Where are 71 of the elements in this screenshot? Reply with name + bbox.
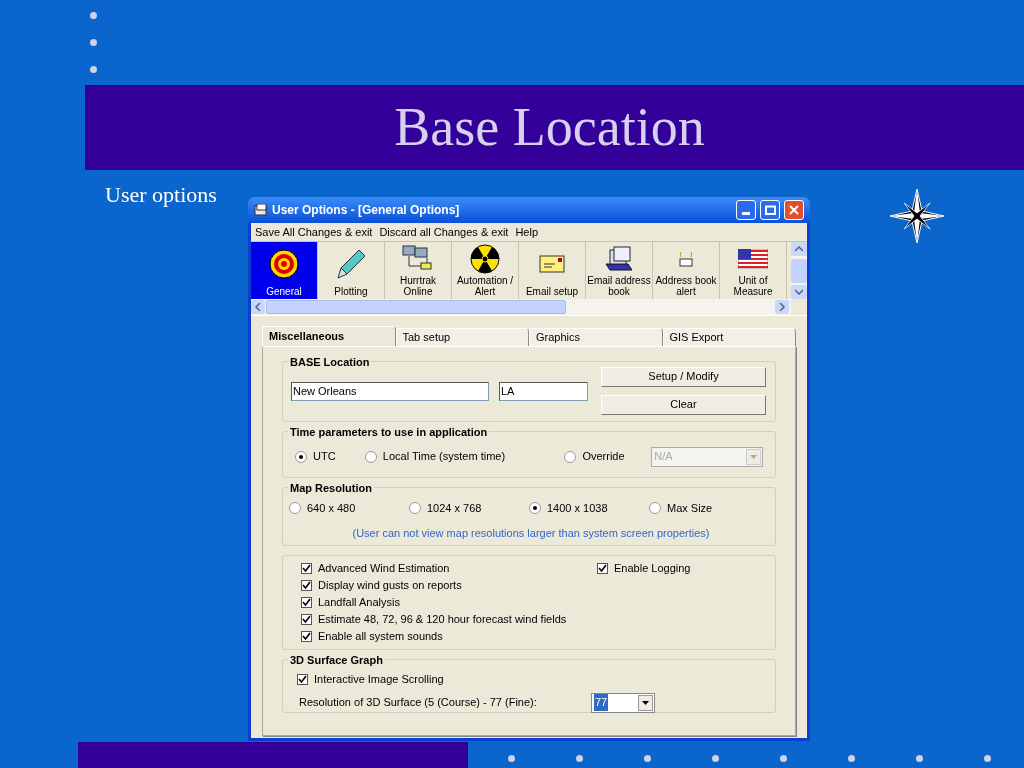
radio-label: UTC <box>313 449 336 465</box>
radio-button[interactable] <box>529 502 541 515</box>
tab[interactable]: GIS Export <box>662 328 796 346</box>
maximize-button[interactable] <box>760 200 780 220</box>
radio-button[interactable] <box>364 450 377 463</box>
envelope-icon <box>539 254 565 274</box>
horizontal-scrollbar[interactable] <box>251 299 791 315</box>
menu-item[interactable]: Save All Changes & exit <box>253 223 375 241</box>
checkbox[interactable] <box>301 580 312 591</box>
text-field[interactable]: New Orleans <box>291 382 489 401</box>
scroll-up-button[interactable] <box>791 242 807 256</box>
text-field[interactable]: LA <box>499 382 588 401</box>
checkbox[interactable] <box>597 563 608 574</box>
tab[interactable]: Graphics <box>529 328 663 346</box>
radio-button[interactable] <box>289 502 301 515</box>
checkbox-label: Landfall Analysis <box>318 595 400 610</box>
checkbox-label: Advanced Wind Estimation <box>318 561 450 576</box>
radiation-icon <box>470 243 500 274</box>
checkbox[interactable] <box>301 563 312 574</box>
scroll-thumb[interactable] <box>791 258 807 283</box>
checkbox[interactable] <box>297 673 308 685</box>
flag-icon <box>738 248 768 269</box>
target-icon <box>269 249 299 279</box>
close-button[interactable] <box>784 200 804 220</box>
hint-text: (User can not view map resolutions larger than system screen properties) <box>351 525 710 541</box>
checkbox[interactable] <box>301 631 312 642</box>
toolbar-button[interactable]: General <box>251 242 318 299</box>
radio-button[interactable] <box>295 450 307 463</box>
maximize-icon <box>764 205 776 215</box>
window-title: User Options - [General Options] <box>272 202 461 219</box>
close-icon <box>789 205 799 215</box>
radio-label: 1024 x 768 <box>427 501 482 516</box>
checkbox[interactable] <box>301 597 312 608</box>
checkbox[interactable] <box>301 614 312 625</box>
checkbox-label: Interactive Image Scrolling <box>314 672 444 687</box>
scroll-left-button[interactable] <box>251 300 265 314</box>
radio-label: 1400 x 1038 <box>547 501 608 516</box>
minimize-button[interactable] <box>736 200 756 220</box>
slide-title: Base Location <box>394 96 706 159</box>
checkbox-label: Display wind gusts on reports <box>318 578 462 593</box>
scroll-right-button[interactable] <box>775 300 789 314</box>
dropdown-field[interactable]: 77 <box>591 692 655 713</box>
toolbar-button[interactable]: Email address book <box>586 242 653 299</box>
slide-subtitle: User options <box>105 181 217 209</box>
checkbox-label: Enable Logging <box>614 561 691 576</box>
window-app-icon <box>254 204 268 216</box>
pen-icon <box>335 248 367 280</box>
minimize-icon <box>742 212 750 215</box>
radio-label: 640 x 480 <box>307 501 356 516</box>
radio-button[interactable] <box>409 502 421 515</box>
radio-label: Override <box>582 449 625 465</box>
dialog-button[interactable]: Setup / Modify <box>601 366 766 387</box>
scroll-thumb[interactable] <box>266 300 566 314</box>
tab[interactable]: Tab setup <box>395 328 529 346</box>
card-file-icon <box>604 245 634 272</box>
scroll-down-button[interactable] <box>791 285 807 299</box>
radio-button[interactable] <box>564 450 577 463</box>
menu-item[interactable]: Help <box>513 223 541 241</box>
radio-label: Max Size <box>667 501 713 516</box>
toolbar-button[interactable]: Address book alert <box>653 242 720 299</box>
signal-envelope-icon <box>678 250 694 267</box>
checkbox-label: Estimate 48, 72, 96 & 120 hour forecast wind fields <box>318 612 567 627</box>
vertical-scrollbar[interactable] <box>791 242 807 299</box>
radio-label: Local Time (system time) <box>382 449 506 465</box>
compass-star-icon <box>888 187 946 245</box>
tab[interactable]: Miscellaneous <box>262 326 396 346</box>
menu-item[interactable]: Discard all Changes & exit <box>377 223 511 241</box>
checkbox-label: Enable all system sounds <box>318 629 443 644</box>
field-label: Resolution of 3D Surface (5 (Course) - 77 (Fine): <box>299 695 538 711</box>
radio-button[interactable] <box>649 502 661 515</box>
dialog-button[interactable]: Clear <box>601 394 766 415</box>
